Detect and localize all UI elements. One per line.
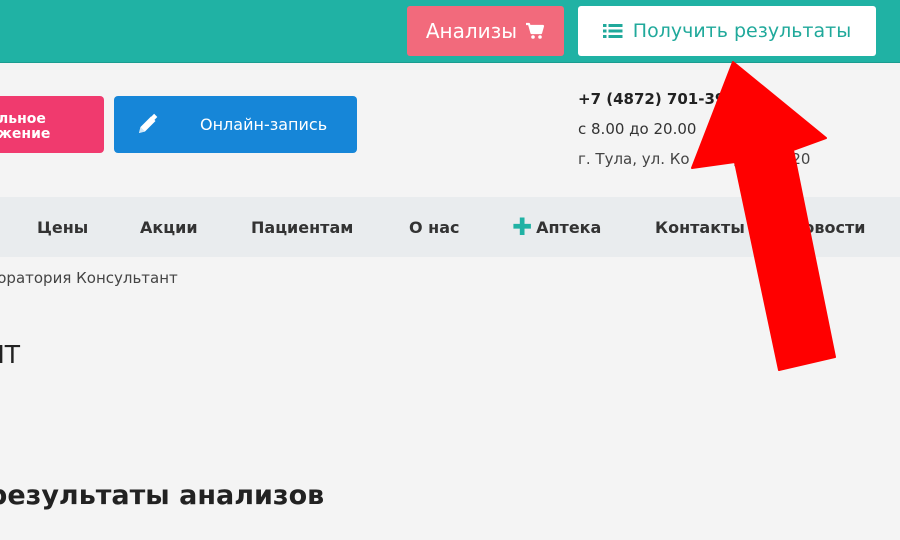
analyses-button[interactable]: Анализы bbox=[407, 6, 564, 56]
address-part-2: д. 18а, 20 bbox=[733, 150, 811, 168]
nav-item-patients[interactable]: Пациентам bbox=[251, 197, 353, 257]
online-booking-label: Онлайн-запись bbox=[200, 115, 328, 134]
nav-item-label: Пациентам bbox=[251, 217, 354, 237]
nav-item-label: Цены bbox=[37, 217, 89, 237]
plus-icon: ✚ bbox=[512, 213, 533, 241]
nav-item-contacts[interactable]: Контакты bbox=[655, 197, 745, 257]
nav-item-label: Акции bbox=[140, 217, 198, 237]
nav-item-label: Контакты bbox=[655, 217, 745, 237]
main-nav: Цены Акции Пациентам О нас ✚ Аптека Конт… bbox=[0, 197, 900, 257]
section-title: результаты анализов bbox=[0, 480, 325, 511]
nav-item-pharmacy[interactable]: ✚ Аптека bbox=[512, 197, 601, 257]
analyses-label: Анализы bbox=[425, 19, 518, 43]
contact-address: г. Тула, ул. Ко д. 18а, 20 bbox=[578, 150, 810, 168]
get-results-label: Получить результаты bbox=[632, 20, 852, 42]
page-title: НТ bbox=[0, 340, 21, 369]
pink-button-line-1: льное bbox=[0, 111, 46, 127]
nav-item-label: О нас bbox=[409, 217, 460, 237]
contact-hours: с 8.00 до 20.00 bbox=[578, 120, 697, 138]
breadcrumb[interactable]: боратория Консультант bbox=[0, 269, 178, 287]
nav-item-news[interactable]: Новости bbox=[790, 197, 865, 257]
top-bar: Анализы Получить результаты bbox=[0, 0, 900, 63]
nav-item-prices[interactable]: Цены bbox=[37, 197, 88, 257]
address-part-1: г. Тула, ул. Ко bbox=[578, 150, 690, 168]
nav-item-label: Новости bbox=[790, 217, 866, 237]
nav-item-label: Аптека bbox=[536, 217, 602, 237]
get-results-button[interactable]: Получить результаты bbox=[578, 6, 876, 56]
pink-button-line-2: жение bbox=[0, 126, 51, 142]
nav-item-about[interactable]: О нас bbox=[409, 197, 460, 257]
nav-item-promotions[interactable]: Акции bbox=[140, 197, 198, 257]
contact-phone[interactable]: +7 (4872) 701-39 bbox=[578, 90, 725, 108]
page: Анализы Получить результаты льное жение … bbox=[0, 0, 900, 540]
list-icon bbox=[602, 23, 623, 39]
online-booking-button[interactable]: Онлайн-запись bbox=[114, 96, 357, 153]
pink-action-button[interactable]: льное жение bbox=[0, 96, 104, 153]
cart-icon bbox=[525, 22, 545, 40]
pencil-icon bbox=[134, 112, 160, 138]
